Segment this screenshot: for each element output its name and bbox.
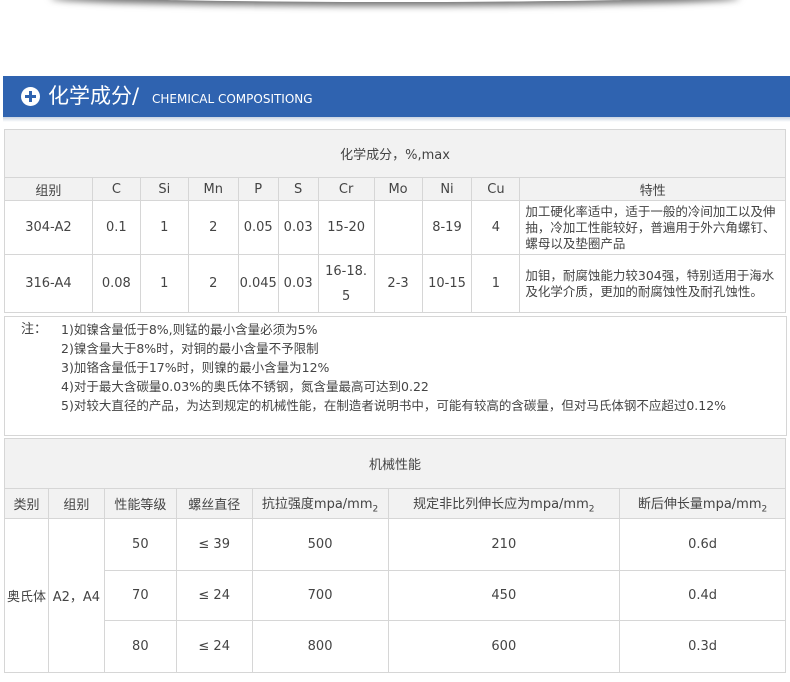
note-item: 5)对较大直径的产品，为达到规定的机械性能，在制造者说明书中，可能有较高的含碳量…	[61, 398, 727, 413]
banner-title-en: CHEMICAL COMPOSITIONG	[152, 92, 313, 106]
cell-tensile: 800	[251, 620, 389, 673]
header-tensile: 抗拉强度mpa/mm2	[251, 488, 389, 519]
cell-elong: 0.6d	[619, 518, 786, 571]
cell-yield: 210	[387, 518, 621, 571]
header-yield-sub: 2	[588, 504, 595, 515]
header-cell: Mn	[187, 177, 239, 201]
table-row: 304-A2 0.1 1 2 0.05 0.03 15-20 8-19 4 加工…	[4, 200, 786, 255]
cell-s: 0.03	[277, 200, 319, 255]
cell-cr: 16-18.5	[317, 254, 375, 313]
notes-box: 注： 1)如镍含量低于8%,则锰的最小含量必须为5% 2)镍含量大于8%时，对铜…	[4, 316, 787, 436]
cell-group: 304-A2	[4, 200, 93, 255]
cell-ni: 8-19	[421, 200, 473, 255]
note-item: 1)如镍含量低于8%,则锰的最小含量必须为5%	[61, 322, 318, 337]
cell-grade: 70	[103, 570, 177, 621]
cell-elong: 0.3d	[619, 620, 786, 673]
header-cell: Ni	[421, 177, 473, 201]
note-item: 4)对于最大含碳量0.03%的奥氏体不锈钢，氮含量最高可达到0.22	[61, 379, 429, 394]
header-cell: P	[237, 177, 279, 201]
header-yield-text: 规定非比列伸长应为mpa/mm	[413, 496, 589, 512]
cell-spec: 加钼，耐腐蚀能力较304强，特别适用于海水及化学介质，更加的耐腐蚀性及耐孔蚀性。	[519, 254, 786, 313]
cell-group: A2，A4	[47, 518, 105, 673]
cell-diameter: ≤ 24	[175, 620, 253, 673]
cell-cr: 15-20	[317, 200, 375, 255]
header-diameter: 螺丝直径	[175, 488, 253, 519]
note-item: 2)镍含量大于8%时，对铜的最小含量不予限制	[61, 341, 319, 356]
table-row: 70 ≤ 24 700 450 0.4d	[5, 570, 786, 621]
header-elong-sub: 2	[761, 504, 768, 515]
cell-ni: 10-15	[421, 254, 473, 313]
cell-group: 316-A4	[4, 254, 93, 313]
cell-mo: 2-3	[373, 254, 423, 313]
cell-si: 1	[139, 254, 189, 313]
cell-si: 1	[139, 200, 189, 255]
table-row: 80 ≤ 24 800 600 0.3d	[5, 620, 786, 673]
mechanical-header-row: 类别 组别 性能等级 螺丝直径 抗拉强度mpa/mm2 规定非比列伸长应为mpa…	[4, 488, 786, 519]
cell-elong: 0.4d	[619, 570, 786, 621]
header-elong-text: 断后伸长量mpa/mm	[637, 496, 762, 512]
header-cell: Cu	[471, 177, 521, 201]
cell-cu: 4	[471, 200, 521, 255]
mechanical-properties-table: 机械性能 类别 组别 性能等级 螺丝直径 抗拉强度mpa/mm2 规定非比列伸长…	[4, 438, 786, 673]
cell-grade: 50	[103, 518, 177, 571]
header-tensile-text: 抗拉强度mpa/mm	[261, 496, 373, 512]
cell-diameter: ≤ 24	[175, 570, 253, 621]
header-cell: 特性	[519, 177, 786, 201]
cell-c: 0.08	[91, 254, 141, 313]
cell-yield: 600	[387, 620, 621, 673]
cell-category: 奥氏体	[4, 518, 49, 673]
cell-p: 0.05	[237, 200, 279, 255]
cell-yield: 450	[387, 570, 621, 621]
header-category: 类别	[4, 488, 49, 519]
header-grade: 性能等级	[103, 488, 177, 519]
cell-s: 0.03	[277, 254, 319, 313]
cell-p: 0.045	[237, 254, 279, 313]
cell-cu: 1	[471, 254, 521, 313]
cell-c: 0.1	[91, 200, 141, 255]
cell-grade: 80	[103, 620, 177, 673]
chemical-composition-table: 化学成分，%,max 组别 C Si Mn P S Cr Mo Ni Cu 特性…	[4, 129, 786, 313]
header-tensile-sub: 2	[372, 504, 379, 515]
table-row: 奥氏体 A2，A4 50 ≤ 39 500 210 0.6d	[4, 518, 786, 673]
banner-title-cn: 化学成分/	[48, 84, 140, 108]
plus-circle-icon	[21, 87, 40, 106]
header-cell: Si	[139, 177, 189, 201]
mechanical-caption: 机械性能	[4, 438, 786, 489]
header-elong: 断后伸长量mpa/mm2	[619, 488, 786, 519]
notes-label: 注：	[21, 322, 48, 337]
chemical-caption: 化学成分，%,max	[4, 129, 786, 178]
header-cell: 组别	[4, 177, 93, 201]
top-banner-shadow	[50, 0, 740, 2]
cell-tensile: 700	[251, 570, 389, 621]
header-cell: S	[277, 177, 319, 201]
section-banner: 化学成分/ CHEMICAL COMPOSITIONG	[3, 76, 790, 117]
note-item: 3)加铬含量低于17%时，则镍的最小含量为12%	[61, 360, 330, 375]
header-cell: Mo	[373, 177, 423, 201]
cell-diameter: ≤ 39	[175, 518, 253, 571]
cell-mo	[373, 200, 423, 255]
header-yield: 规定非比列伸长应为mpa/mm2	[387, 488, 621, 519]
notes-list: 1)如镍含量低于8%,则锰的最小含量必须为5% 2)镍含量大于8%时，对铜的最小…	[61, 320, 751, 415]
cell-spec: 加工硬化率适中，适于一般的冷间加工以及伸抽，冷加工性能较好，普遍用于外六角螺钉、…	[519, 200, 786, 255]
cell-mn: 2	[187, 200, 239, 255]
banner-underline	[3, 117, 790, 122]
header-cell: C	[91, 177, 141, 201]
cell-mn: 2	[187, 254, 239, 313]
table-row: 316-A4 0.08 1 2 0.045 0.03 16-18.5 2-3 1…	[4, 254, 786, 313]
cell-tensile: 500	[251, 518, 389, 571]
header-group: 组别	[47, 488, 105, 519]
header-cell: Cr	[317, 177, 375, 201]
chemical-header-row: 组别 C Si Mn P S Cr Mo Ni Cu 特性	[4, 177, 786, 201]
